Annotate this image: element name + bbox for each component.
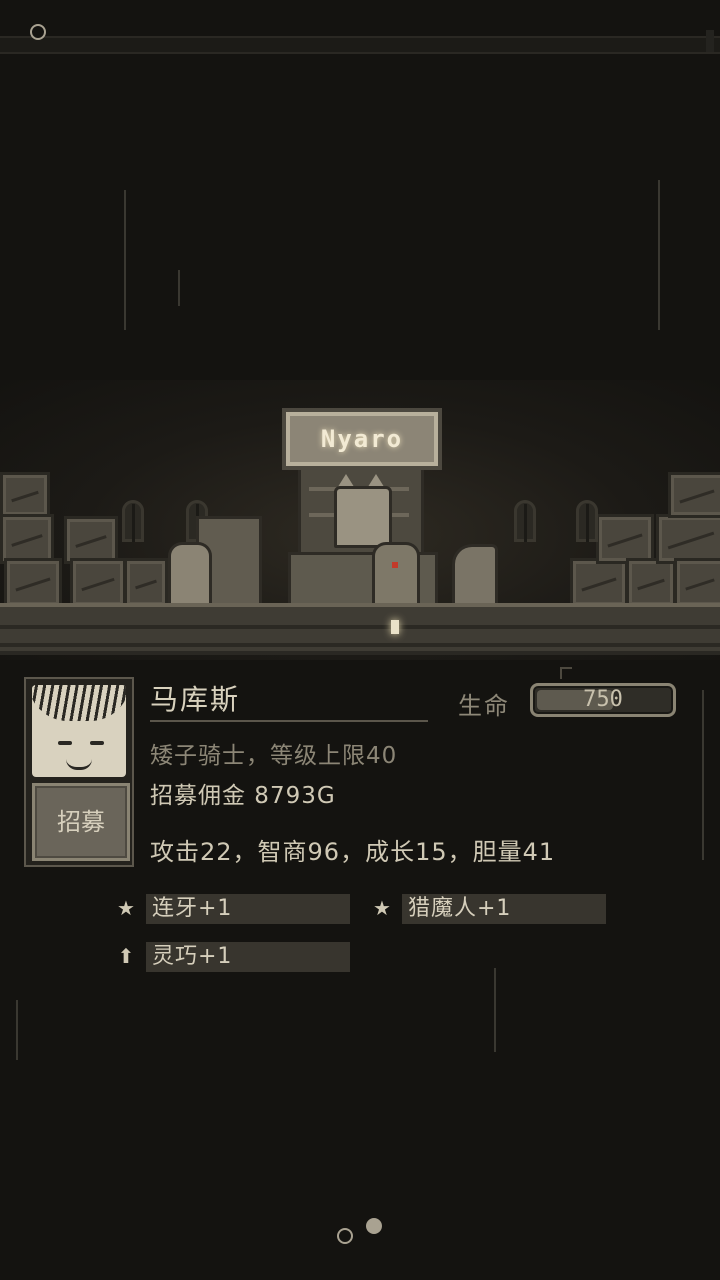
shop-sign: Nyaro [282, 408, 442, 470]
crate [626, 558, 676, 608]
crate [596, 514, 654, 564]
hero-name: 马库斯 [150, 683, 241, 716]
floor-line [0, 643, 720, 647]
hp-value: 750 [583, 687, 623, 712]
hero-stats: 攻击22，智商96，成长15，胆量41 [150, 838, 556, 866]
hero-class-level-cap: 矮子骑士，等级上限40 [150, 743, 398, 769]
top-progress-knob-icon[interactable] [30, 24, 46, 40]
goblin-sprite[interactable] [372, 542, 420, 610]
rain-streak [178, 270, 180, 306]
rain-streak [494, 968, 496, 1052]
skill-tag[interactable]: 灵巧+1 [146, 942, 350, 972]
star-icon: ★ [117, 896, 135, 920]
goblin-eye [392, 562, 398, 568]
shop-sign-text: Nyaro [320, 425, 404, 453]
top-progress-end [706, 30, 714, 52]
page-indicator-dot[interactable] [337, 1228, 353, 1244]
hero-portrait-card: 招募 [24, 677, 134, 867]
hp-corner-mark [560, 667, 572, 679]
crate [0, 472, 50, 518]
arched-window [514, 500, 536, 542]
star-icon: ★ [373, 896, 391, 920]
rain-streak [702, 690, 704, 860]
floor [0, 603, 720, 655]
crate [4, 558, 62, 608]
arrow-up-icon: ⬆ [117, 944, 135, 968]
rain-streak [658, 180, 660, 330]
crate [70, 558, 126, 608]
skill-tag[interactable]: 连牙+1 [146, 894, 350, 924]
panel-divider [0, 651, 720, 655]
crate [0, 514, 54, 564]
rain-streak [124, 190, 126, 330]
recruit-hero-sprite[interactable] [168, 542, 212, 610]
crate [570, 558, 628, 608]
skill-tag[interactable]: 猎魔人+1 [402, 894, 606, 924]
hp-bar: 750 [530, 683, 676, 717]
crate [124, 558, 168, 608]
crate [674, 558, 720, 608]
crate [64, 516, 118, 564]
rain-streak [16, 1000, 18, 1060]
gramophone-sprite [452, 544, 498, 608]
hp-label: 生命 [458, 692, 510, 720]
recruit-fee: 招募佣金 8793G [150, 783, 336, 809]
crate [668, 472, 720, 518]
floor-line [0, 625, 720, 629]
name-underline [150, 720, 428, 722]
arched-window [122, 500, 144, 542]
hero-portrait [32, 685, 126, 777]
recruit-button[interactable]: 招募 [32, 783, 130, 861]
top-progress-track [0, 36, 720, 54]
page-indicator-dot-active[interactable] [366, 1218, 382, 1234]
crate [656, 514, 720, 564]
candle-icon [391, 620, 399, 634]
hero-hair [32, 685, 126, 721]
arched-window [576, 500, 598, 542]
shopkeeper-cat[interactable] [334, 486, 392, 548]
